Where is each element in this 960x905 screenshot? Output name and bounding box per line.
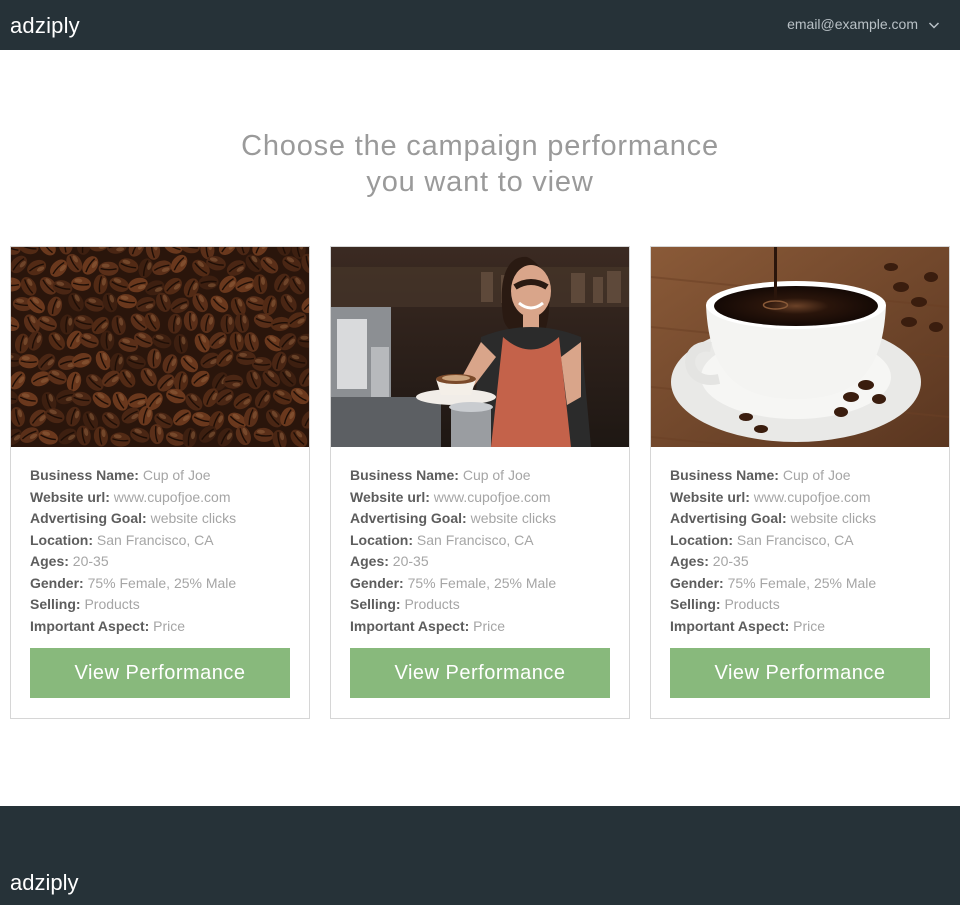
detail-business-name: Business Name: Cup of Joe — [30, 467, 211, 483]
campaign-card: Business Name: Cup of Joe Website url: w… — [330, 246, 630, 719]
detail-important-aspect: Important Aspect: Price — [670, 617, 826, 634]
view-performance-button[interactable]: View Performance — [350, 648, 610, 698]
campaign-details: Business Name: Cup of Joe Website url: w… — [350, 465, 620, 637]
campaign-card: Business Name: Cup of Joe Website url: w… — [650, 246, 950, 719]
detail-advertising-goal: Advertising Goal: website clicks — [30, 510, 237, 526]
detail-ages: Ages: 20-35 — [30, 553, 109, 569]
detail-selling: Selling: Products — [670, 596, 780, 612]
footer-brand-logo[interactable]: adziply — [10, 870, 78, 896]
detail-location: Location: San Francisco, CA — [670, 531, 854, 548]
page-title-line-2: you want to view — [366, 166, 594, 198]
detail-important-aspect: Important Aspect: Price — [350, 617, 506, 634]
detail-selling: Selling: Products — [350, 596, 460, 612]
view-performance-button[interactable]: View Performance — [670, 648, 930, 698]
barista-serving-coffee-image — [331, 247, 629, 447]
chevron-down-icon — [928, 18, 940, 30]
page-title: Choose the campaign performance you want… — [0, 128, 960, 200]
detail-advertising-goal: Advertising Goal: website clicks — [350, 510, 557, 526]
detail-location: Location: San Francisco, CA — [30, 531, 214, 548]
coffee-beans-image — [11, 247, 309, 447]
detail-important-aspect: Important Aspect: Price — [30, 617, 186, 634]
detail-ages: Ages: 20-35 — [670, 553, 749, 569]
page-title-line-1: Choose the campaign performance — [241, 130, 719, 162]
view-performance-button[interactable]: View Performance — [30, 648, 290, 698]
detail-gender: Gender: 75% Female, 25% Male — [350, 574, 557, 591]
detail-gender: Gender: 75% Female, 25% Male — [30, 574, 237, 591]
detail-business-name: Business Name: Cup of Joe — [350, 467, 531, 483]
detail-business-name: Business Name: Cup of Joe — [670, 467, 851, 483]
detail-website-url: Website url: www.cupofjoe.com — [670, 488, 871, 505]
campaign-details: Business Name: Cup of Joe Website url: w… — [670, 465, 940, 637]
footer: adziply — [0, 806, 960, 905]
detail-website-url: Website url: www.cupofjoe.com — [30, 488, 231, 505]
detail-selling: Selling: Products — [30, 596, 140, 612]
brand-logo[interactable]: adziply — [10, 13, 80, 39]
detail-ages: Ages: 20-35 — [350, 553, 429, 569]
detail-location: Location: San Francisco, CA — [350, 531, 534, 548]
campaign-card: Business Name: Cup of Joe Website url: w… — [10, 246, 310, 719]
detail-website-url: Website url: www.cupofjoe.com — [350, 488, 551, 505]
user-email: email@example.com — [787, 16, 918, 32]
campaign-details: Business Name: Cup of Joe Website url: w… — [30, 465, 300, 637]
coffee-cup-saucer-image — [651, 247, 949, 447]
top-navbar: adziply email@example.com — [0, 0, 960, 50]
detail-gender: Gender: 75% Female, 25% Male — [670, 574, 877, 591]
detail-advertising-goal: Advertising Goal: website clicks — [670, 510, 877, 526]
user-menu[interactable]: email@example.com — [787, 16, 940, 32]
